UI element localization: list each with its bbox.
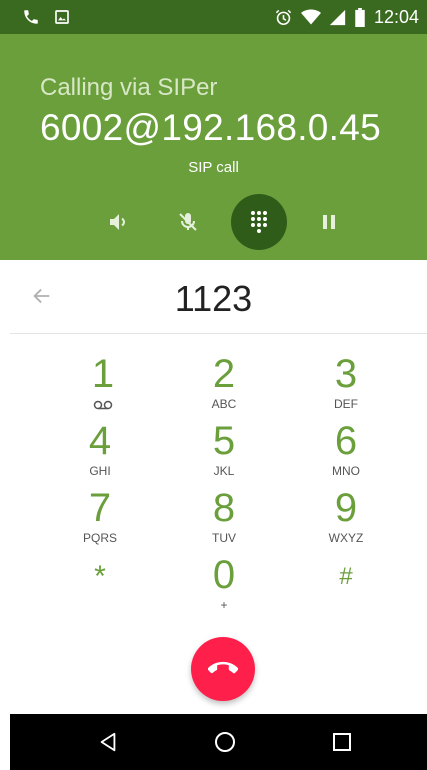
- speaker-button[interactable]: [90, 194, 146, 250]
- key-letters: +: [220, 598, 228, 612]
- call-controls: [0, 194, 427, 254]
- key-star[interactable]: *: [50, 555, 150, 621]
- home-icon: [215, 732, 235, 752]
- back-icon: [100, 732, 116, 752]
- key-letters: PQRS: [82, 531, 117, 545]
- call-header: Calling via SIPer 6002@192.168.0.45 SIP …: [0, 34, 427, 260]
- key-6[interactable]: 6 MNO: [296, 419, 396, 485]
- key-4[interactable]: 4 GHI: [50, 419, 150, 485]
- voicemail-icon: [53, 397, 153, 411]
- speaker-icon: [110, 214, 126, 230]
- status-bar: 12:04: [0, 0, 427, 34]
- mute-icon: [179, 213, 197, 231]
- key-digit: 7: [88, 486, 112, 530]
- nav-home-button[interactable]: [211, 728, 239, 756]
- key-letters: WXYZ: [328, 531, 364, 545]
- status-time: 12:04: [373, 6, 419, 27]
- key-digit: 1: [91, 352, 115, 396]
- key-digit: #: [339, 563, 353, 590]
- hold-icon: [323, 215, 335, 229]
- key-digit: 8: [212, 486, 236, 530]
- call-number: 6002@192.168.0.45: [40, 107, 382, 148]
- divider: [10, 333, 427, 334]
- key-letters: TUV: [212, 531, 236, 545]
- key-2[interactable]: 2 ABC: [174, 352, 274, 418]
- image-icon: [54, 9, 70, 25]
- key-7[interactable]: 7 PQRS: [50, 486, 150, 552]
- battery-icon: [354, 7, 366, 27]
- key-9[interactable]: 9 WXYZ: [296, 486, 396, 552]
- alarm-icon: [274, 8, 293, 27]
- end-call-icon: [208, 661, 238, 674]
- hold-button[interactable]: [301, 194, 357, 250]
- nav-back-button[interactable]: [94, 728, 122, 756]
- call-type-label: SIP call: [188, 159, 239, 176]
- end-call-button[interactable]: [191, 637, 255, 701]
- key-digit: 2: [212, 352, 236, 396]
- key-5[interactable]: 5 JKL: [174, 419, 274, 485]
- dialed-digits: 1123: [174, 278, 253, 319]
- key-1[interactable]: 1: [53, 352, 153, 418]
- key-0[interactable]: 0 +: [174, 553, 274, 619]
- key-3[interactable]: 3 DEF: [296, 352, 396, 418]
- calling-via-label: Calling via SIPer: [40, 74, 218, 101]
- key-digit: 0: [212, 553, 236, 597]
- key-digit: 6: [334, 419, 358, 463]
- key-digit: 9: [334, 486, 358, 530]
- recents-icon: [333, 733, 351, 751]
- key-letters: DEF: [334, 397, 358, 411]
- dialpad-toggle-button[interactable]: [231, 194, 287, 250]
- key-digit: 3: [334, 352, 358, 396]
- key-hash[interactable]: #: [296, 555, 396, 621]
- key-digit: 5: [212, 419, 236, 463]
- key-letters: JKL: [213, 464, 235, 478]
- nav-recents-button[interactable]: [328, 728, 356, 756]
- key-digit: 4: [88, 419, 112, 463]
- signal-icon: [329, 9, 346, 26]
- dialpad-icon: [251, 211, 267, 233]
- wifi-icon: [300, 8, 321, 26]
- mute-button[interactable]: [160, 194, 216, 250]
- key-digit: *: [94, 560, 106, 593]
- key-8[interactable]: 8 TUV: [174, 486, 274, 552]
- key-letters: GHI: [89, 464, 111, 478]
- phone-icon: [22, 8, 40, 26]
- navigation-bar: [10, 714, 427, 770]
- key-letters: MNO: [332, 464, 360, 478]
- digits-display: 1123: [0, 260, 427, 334]
- key-letters: ABC: [211, 397, 237, 411]
